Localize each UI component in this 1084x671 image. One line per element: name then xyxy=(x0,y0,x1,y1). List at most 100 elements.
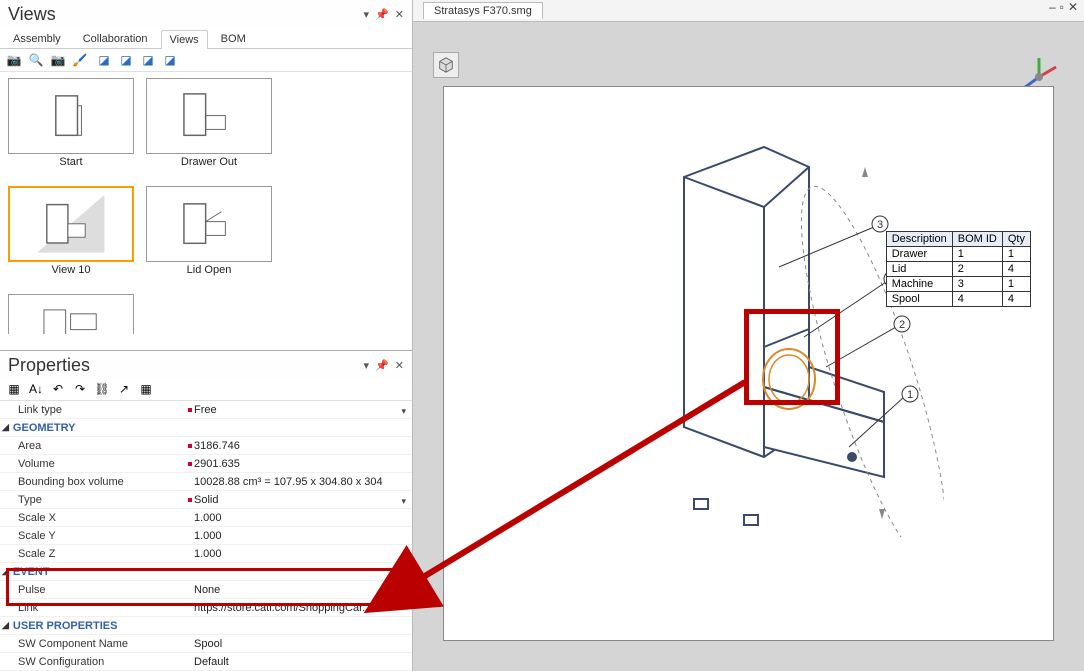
thumb-label: View 10 xyxy=(52,264,91,276)
bom-header: BOM ID xyxy=(952,232,1002,247)
views-panel-header: Views ▾ 📌 ✕ xyxy=(0,0,412,27)
prop-row[interactable]: TypeSolid▾ xyxy=(0,491,412,509)
thumb-label: Start xyxy=(59,156,82,168)
table-cell: Machine xyxy=(886,277,952,292)
pin-icon[interactable]: 📌 xyxy=(375,359,389,372)
table-row: Machine31 xyxy=(886,277,1030,292)
views-tabstrip: Assembly Collaboration Views BOM xyxy=(0,27,412,49)
table-cell: 1 xyxy=(952,247,1002,262)
tab-collaboration[interactable]: Collaboration xyxy=(74,29,157,48)
properties-grid[interactable]: Link typeFree▾◢GEOMETRYArea3186.746Volum… xyxy=(0,401,412,671)
document-tab-bar: Stratasys F370.smg – ▫ ✕ xyxy=(413,0,1084,22)
grid-icon[interactable]: ▦ xyxy=(138,381,154,397)
prop-value[interactable]: 1.000 xyxy=(190,512,412,524)
document-tab[interactable]: Stratasys F370.smg xyxy=(423,2,543,19)
views-gallery: Start Drawer Out View 10 Lid Open xyxy=(0,72,412,350)
undo-icon[interactable]: ↶ xyxy=(50,381,66,397)
dropdown-icon[interactable]: ▾ xyxy=(401,406,406,417)
tool-blue2-icon[interactable]: ◪ xyxy=(118,52,134,68)
tool-blue1-icon[interactable]: ◪ xyxy=(96,52,112,68)
redo-icon[interactable]: ↷ xyxy=(72,381,88,397)
thumb-start[interactable]: Start xyxy=(6,78,136,178)
prop-value[interactable]: Free▾ xyxy=(190,404,412,416)
prop-row[interactable]: Link typeFree▾ xyxy=(0,401,412,419)
dropdown-icon[interactable]: ▾ xyxy=(364,8,370,21)
table-cell: 3 xyxy=(952,277,1002,292)
thumb-view10[interactable]: View 10 xyxy=(6,186,136,286)
bom-table: Description BOM ID Qty Drawer11Lid24Mach… xyxy=(886,231,1031,307)
prop-key: Volume xyxy=(0,458,190,470)
minimize-icon[interactable]: – xyxy=(1049,0,1056,14)
prop-key: Link type xyxy=(0,404,190,416)
prop-row[interactable]: SW ConfigurationDefault xyxy=(0,653,412,671)
prop-key: Type xyxy=(0,494,190,506)
link-row-highlight xyxy=(6,568,404,606)
pin-icon[interactable]: 📌 xyxy=(375,8,389,21)
tool-camera2-icon[interactable]: 📷 xyxy=(50,52,66,68)
prop-section[interactable]: ◢USER PROPERTIES xyxy=(0,617,412,635)
table-cell: 4 xyxy=(952,292,1002,307)
tool-search-icon[interactable]: 🔍 xyxy=(28,52,44,68)
tool-camera-icon[interactable]: 📷 xyxy=(6,52,22,68)
thumb-label: Drawer Out xyxy=(181,156,237,168)
dropdown-icon[interactable]: ▾ xyxy=(364,359,370,372)
close-icon[interactable]: ✕ xyxy=(395,359,404,372)
prop-value[interactable]: 10028.88 cm³ = 107.95 x 304.80 x 304 xyxy=(190,476,412,488)
prop-key: Area xyxy=(0,440,190,452)
canvas-area[interactable]: 3 4 2 1 Description BOM ID Qty Drawer11L… xyxy=(413,22,1084,671)
tool-blue4-icon[interactable]: ◪ xyxy=(162,52,178,68)
table-cell: Drawer xyxy=(886,247,952,262)
dropdown-icon[interactable]: ▾ xyxy=(401,496,406,507)
prop-value[interactable]: Spool xyxy=(190,638,412,650)
table-row: Lid24 xyxy=(886,262,1030,277)
table-cell: 1 xyxy=(1002,277,1030,292)
sort-icon[interactable]: A↓ xyxy=(28,381,44,397)
edit-icon[interactable]: ↗ xyxy=(116,381,132,397)
thumb-partial[interactable] xyxy=(6,294,136,334)
callout-1: 1 xyxy=(907,389,913,401)
tool-blue3-icon[interactable]: ◪ xyxy=(140,52,156,68)
categorize-icon[interactable]: ▦ xyxy=(6,381,22,397)
window-controls: – ▫ ✕ xyxy=(1049,0,1078,14)
prop-row[interactable]: SW Component NameSpool xyxy=(0,635,412,653)
views-panel-controls: ▾ 📌 ✕ xyxy=(364,8,404,21)
prop-key: Bounding box volume xyxy=(0,476,190,488)
prop-row[interactable]: Volume2901.635 xyxy=(0,455,412,473)
properties-title: Properties xyxy=(8,355,90,376)
bom-header: Qty xyxy=(1002,232,1030,247)
callout-3: 3 xyxy=(877,219,883,231)
drawing-sheet: 3 4 2 1 Description BOM ID Qty Drawer11L… xyxy=(443,86,1054,641)
prop-value[interactable]: 2901.635 xyxy=(190,458,412,470)
prop-key: Scale Z xyxy=(0,548,190,560)
prop-row[interactable]: Scale Z1.000 xyxy=(0,545,412,563)
table-cell: 4 xyxy=(1002,292,1030,307)
tool-brush-icon[interactable]: 🖌️ xyxy=(72,52,88,68)
prop-value[interactable]: 1.000 xyxy=(190,530,412,542)
prop-section[interactable]: ◢GEOMETRY xyxy=(0,419,412,437)
thumb-lid-open[interactable]: Lid Open xyxy=(144,186,274,286)
chain-icon[interactable]: ⛓ xyxy=(94,381,110,397)
tab-bom[interactable]: BOM xyxy=(212,29,255,48)
close-icon[interactable]: ✕ xyxy=(395,8,404,21)
view-cube-icon[interactable] xyxy=(433,52,459,78)
tab-assembly[interactable]: Assembly xyxy=(4,29,70,48)
close-icon[interactable]: ✕ xyxy=(1068,0,1078,14)
prop-row[interactable]: Scale X1.000 xyxy=(0,509,412,527)
views-toolbar: 📷 🔍 📷 🖌️ ◪ ◪ ◪ ◪ xyxy=(0,49,412,72)
properties-toolbar: ▦ A↓ ↶ ↷ ⛓ ↗ ▦ xyxy=(0,378,412,401)
views-title: Views xyxy=(8,4,56,25)
tab-views[interactable]: Views xyxy=(161,30,208,49)
prop-row[interactable]: Bounding box volume10028.88 cm³ = 107.95… xyxy=(0,473,412,491)
prop-key: Scale Y xyxy=(0,530,190,542)
prop-key: Scale X xyxy=(0,512,190,524)
prop-value[interactable]: Default xyxy=(190,656,412,668)
table-cell: Lid xyxy=(886,262,952,277)
table-cell: Spool xyxy=(886,292,952,307)
thumb-drawer-out[interactable]: Drawer Out xyxy=(144,78,274,178)
prop-value[interactable]: Solid▾ xyxy=(190,494,412,506)
maximize-icon[interactable]: ▫ xyxy=(1060,0,1064,14)
prop-row[interactable]: Scale Y1.000 xyxy=(0,527,412,545)
prop-row[interactable]: Area3186.746 xyxy=(0,437,412,455)
prop-value[interactable]: 3186.746 xyxy=(190,440,412,452)
prop-value[interactable]: 1.000 xyxy=(190,548,412,560)
